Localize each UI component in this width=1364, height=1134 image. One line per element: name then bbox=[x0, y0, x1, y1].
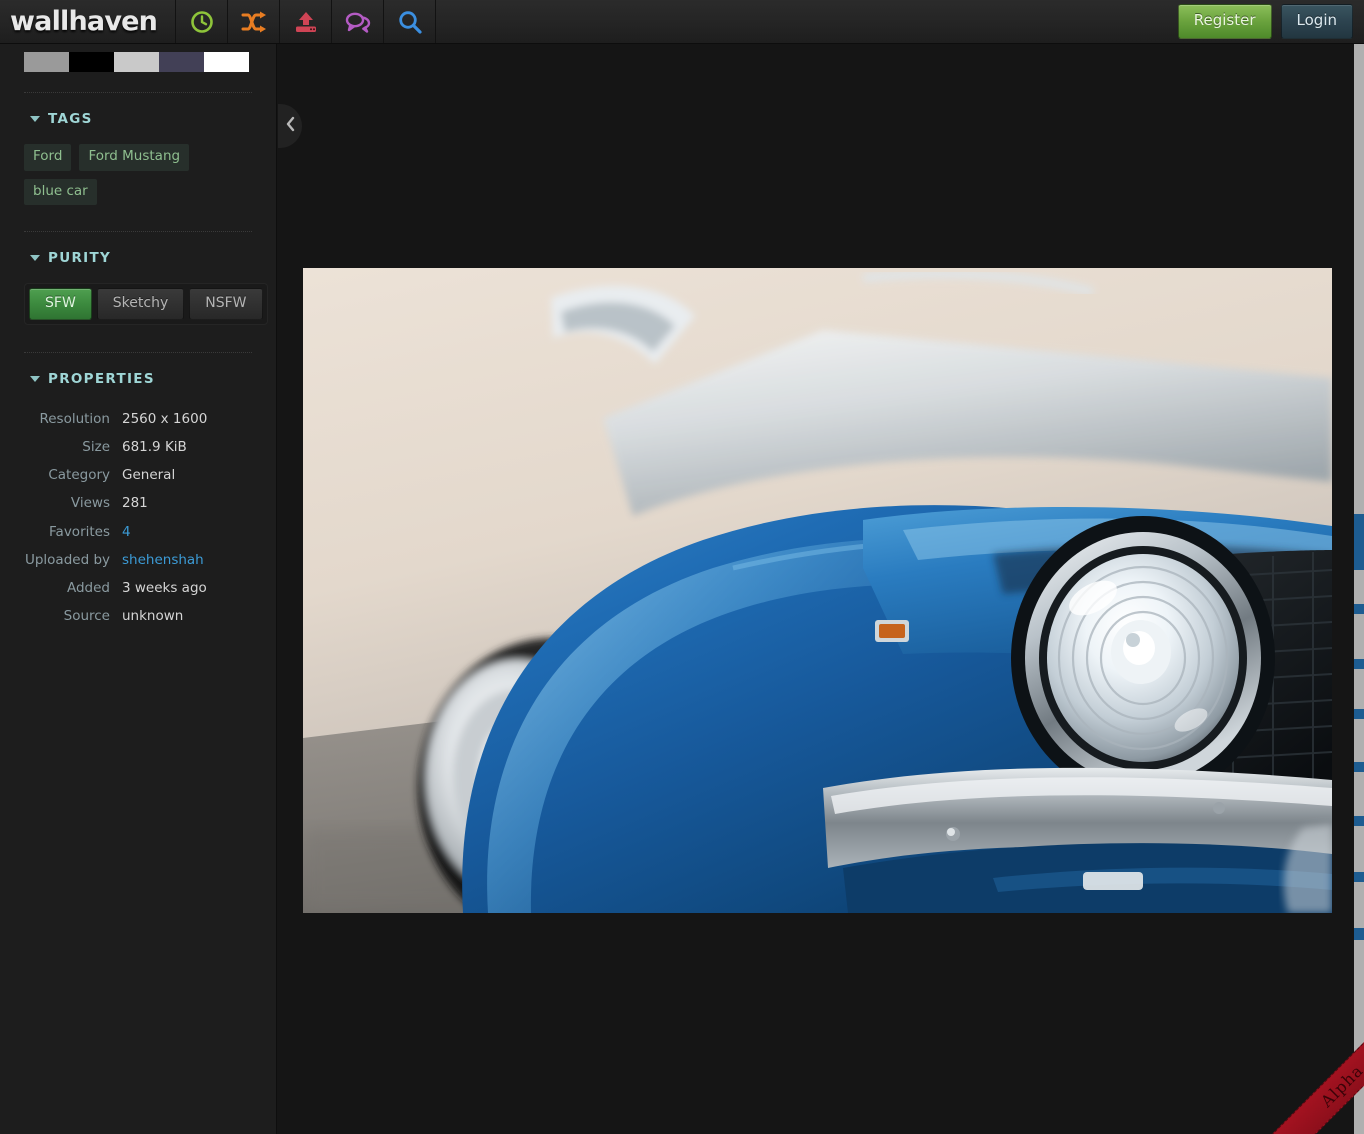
sliver-accent-8 bbox=[1354, 928, 1364, 940]
property-label: Size bbox=[82, 439, 110, 456]
purity-button-sketchy[interactable]: Sketchy bbox=[96, 288, 185, 320]
main-content: Alpha bbox=[278, 44, 1364, 1134]
property-row: Category General bbox=[24, 461, 252, 489]
sliver-accent-6 bbox=[1354, 816, 1364, 826]
nav-search-button[interactable] bbox=[384, 0, 437, 43]
property-row: Uploaded by shehenshah bbox=[24, 546, 252, 574]
site-header: wallhaven Register Login bbox=[0, 0, 1364, 44]
divider-after-tags bbox=[24, 231, 252, 233]
color-swatch-4[interactable] bbox=[204, 52, 249, 72]
tag-item[interactable]: blue car bbox=[24, 178, 97, 206]
chevron-left-icon bbox=[284, 115, 297, 137]
property-label: Added bbox=[66, 579, 110, 596]
property-label: Uploaded by bbox=[24, 551, 110, 568]
sliver-accent-4 bbox=[1354, 709, 1364, 719]
property-value: 681.9 KiB bbox=[122, 439, 187, 456]
color-swatch-3[interactable] bbox=[159, 52, 204, 72]
register-button[interactable]: Register bbox=[1177, 4, 1272, 39]
alpha-ribbon-band: Alpha bbox=[1271, 1039, 1364, 1134]
property-value: unknown bbox=[122, 608, 184, 625]
upload-icon bbox=[293, 10, 319, 34]
info-sidebar: Tags Ford Ford Mustang blue car Purity SFW… bbox=[0, 44, 277, 1134]
property-label: Source bbox=[63, 608, 110, 625]
color-swatch-0[interactable] bbox=[24, 52, 69, 72]
sliver-accent-7 bbox=[1354, 872, 1364, 882]
sliver-accent-5 bbox=[1354, 762, 1364, 772]
site-logo[interactable]: wallhaven bbox=[0, 0, 177, 43]
property-value: 281 bbox=[122, 495, 148, 512]
property-row: Views 281 bbox=[24, 489, 252, 517]
header-spacer bbox=[436, 0, 1178, 43]
property-value: General bbox=[122, 467, 176, 484]
tag-item[interactable]: Ford bbox=[24, 144, 72, 171]
property-label: Category bbox=[48, 467, 110, 484]
purity-section-header[interactable]: Purity bbox=[30, 250, 252, 266]
color-palette bbox=[24, 52, 249, 72]
property-value: 2560 x 1600 bbox=[122, 410, 208, 427]
property-value: 3 weeks ago bbox=[122, 579, 207, 596]
color-swatch-2[interactable] bbox=[114, 52, 159, 72]
sliver-accent-1 bbox=[1354, 514, 1364, 570]
login-button[interactable]: Login bbox=[1280, 4, 1353, 39]
tags-section-title: Tags bbox=[48, 111, 93, 127]
property-row: Added 3 weeks ago bbox=[24, 574, 252, 602]
nav-forums-button[interactable] bbox=[332, 0, 385, 43]
property-label: Views bbox=[70, 495, 110, 512]
wallpaper-container[interactable] bbox=[303, 268, 1332, 913]
nav-random-button[interactable] bbox=[228, 0, 281, 43]
alpha-ribbon: Alpha bbox=[1269, 1039, 1364, 1134]
tag-item[interactable]: Ford Mustang bbox=[79, 144, 190, 171]
sliver-accent-3 bbox=[1354, 659, 1364, 669]
sliver-accent-2 bbox=[1354, 604, 1364, 614]
property-label: Favorites bbox=[49, 523, 110, 540]
property-row: Favorites 4 bbox=[24, 518, 252, 546]
property-value[interactable]: 4 bbox=[122, 518, 252, 546]
header-actions: Register Login bbox=[1177, 0, 1364, 43]
sidebar-collapse-toggle[interactable] bbox=[278, 104, 302, 148]
shuffle-icon bbox=[241, 10, 267, 34]
properties-table: Resolution 2560 x 1600 Size 681.9 KiB Catego… bbox=[24, 405, 252, 631]
wallpaper-image[interactable] bbox=[303, 268, 1332, 913]
purity-button-sfw[interactable]: SFW bbox=[29, 288, 92, 320]
right-edge-panel-sliver[interactable] bbox=[1354, 44, 1364, 1134]
properties-section-header[interactable]: Properties bbox=[30, 371, 252, 387]
chevron-down-icon bbox=[30, 375, 40, 382]
property-label: Resolution bbox=[39, 410, 110, 427]
nav-upload-button[interactable] bbox=[280, 0, 333, 43]
color-swatch-1[interactable] bbox=[69, 52, 114, 72]
divider-after-palette bbox=[24, 92, 252, 93]
property-row: Source unknown bbox=[24, 602, 252, 630]
comments-icon bbox=[345, 10, 371, 34]
property-value[interactable]: shehenshah bbox=[122, 546, 252, 574]
purity-button-nsfw[interactable]: NSFW bbox=[189, 288, 263, 320]
properties-section-title: Properties bbox=[48, 370, 155, 387]
tags-section-header[interactable]: Tags bbox=[30, 111, 252, 127]
clock-icon bbox=[189, 9, 215, 35]
tag-list: Ford Ford Mustang blue car bbox=[24, 144, 252, 206]
purity-button-group: SFW Sketchy NSFW bbox=[24, 283, 268, 325]
property-row: Size 681.9 KiB bbox=[24, 433, 252, 461]
property-row: Resolution 2560 x 1600 bbox=[24, 405, 252, 433]
chevron-down-icon bbox=[30, 255, 40, 262]
search-icon bbox=[397, 9, 423, 35]
purity-section-title: Purity bbox=[48, 250, 112, 267]
nav-latest-button[interactable] bbox=[176, 0, 229, 43]
chevron-down-icon bbox=[30, 116, 40, 122]
divider-after-purity bbox=[24, 351, 252, 353]
logo-text: wallhaven bbox=[10, 6, 158, 37]
